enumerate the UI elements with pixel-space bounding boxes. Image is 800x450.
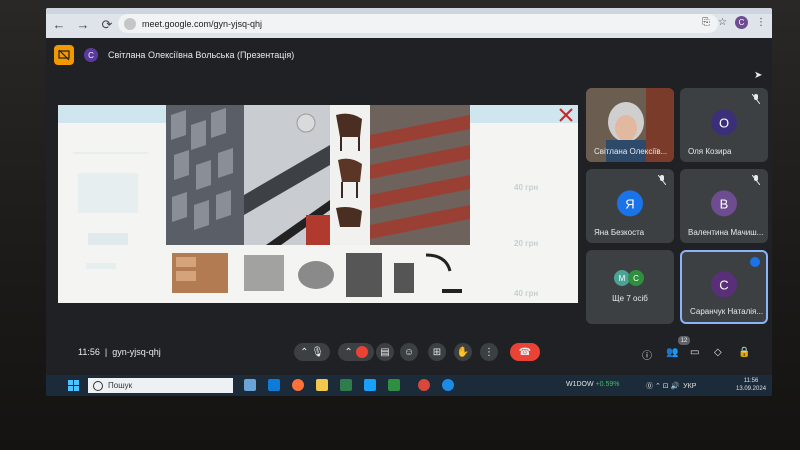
participant-tile[interactable]: Я Яна Безкоста bbox=[586, 169, 674, 243]
screen: ← → ⟳ meet.google.com/gyn-yjsq-qhj ⎘ ☆ C… bbox=[46, 8, 772, 396]
participant-avatar: Я bbox=[617, 190, 643, 217]
camera-off-icon bbox=[355, 346, 368, 358]
present-screen-icon: ⊞ bbox=[432, 346, 442, 358]
translate-icon[interactable]: ⎘ bbox=[702, 17, 710, 28]
hand-icon: ✋ bbox=[456, 346, 470, 358]
captions-icon: ▤ bbox=[380, 346, 390, 358]
taskbar-clock[interactable]: 11:56 13.09.2024 bbox=[736, 377, 766, 393]
faded-diagram-icon bbox=[73, 152, 148, 269]
participant-avatar: C bbox=[628, 270, 644, 286]
laptop-bezel: ← → ⟳ meet.google.com/gyn-yjsq-qhj ⎘ ☆ C… bbox=[0, 0, 800, 450]
mouse-cursor-icon: ➤ bbox=[754, 70, 763, 81]
store-icon[interactable] bbox=[340, 379, 352, 391]
slide-left-column bbox=[58, 123, 166, 303]
address-bar[interactable]: meet.google.com/gyn-yjsq-qhj bbox=[118, 14, 718, 33]
meeting-info-icon[interactable]: ⓘ bbox=[642, 347, 652, 362]
slide-right-column: 40 грн 20 грн 40 грн bbox=[470, 123, 578, 303]
browser-toolbar: ← → ⟳ meet.google.com/gyn-yjsq-qhj ⎘ ☆ C… bbox=[46, 8, 772, 38]
more-participants-tile[interactable]: M C Ще 7 осіб bbox=[586, 250, 674, 324]
speaking-indicator-icon bbox=[750, 257, 760, 267]
language-indicator[interactable]: УКР bbox=[683, 383, 696, 390]
meeting-clock: 11:56 | gyn-yjsq-qhj bbox=[78, 347, 161, 357]
edge-icon[interactable] bbox=[268, 379, 280, 391]
system-tray-icons[interactable]: ⓪ ⌃ ⊡ 🔊 bbox=[646, 383, 679, 390]
search-icon bbox=[93, 380, 103, 391]
task-view-icon[interactable] bbox=[244, 379, 256, 391]
browser-actions: ⎘ ☆ C ⋮ bbox=[702, 16, 766, 29]
reload-icon[interactable]: ⟳ bbox=[100, 17, 114, 33]
file-explorer-icon[interactable] bbox=[316, 379, 328, 391]
mic-off-icon bbox=[658, 175, 666, 185]
presenter-avatar: С bbox=[84, 48, 98, 62]
bookmark-star-icon[interactable]: ☆ bbox=[718, 17, 727, 28]
url-text: meet.google.com/gyn-yjsq-qhj bbox=[142, 18, 263, 29]
participant-avatar: O bbox=[711, 109, 737, 136]
close-icon[interactable] bbox=[558, 107, 574, 123]
moodboard-collage bbox=[166, 105, 470, 303]
presentation-header: С Світлана Олексіївна Вольська (Презента… bbox=[54, 45, 294, 65]
participant-avatar: B bbox=[711, 190, 737, 217]
mic-off-icon bbox=[752, 94, 760, 104]
taskbar-search[interactable]: Пошук bbox=[88, 378, 233, 393]
stock-widget[interactable]: W1DOW +0.59% bbox=[566, 381, 620, 388]
play-icon[interactable] bbox=[364, 379, 376, 391]
host-controls-icon[interactable]: 🔒 bbox=[738, 347, 750, 358]
chrome-icon[interactable] bbox=[418, 379, 430, 391]
site-info-icon[interactable] bbox=[124, 17, 136, 30]
nav-buttons: ← → ⟳ bbox=[52, 17, 114, 33]
price-1: 40 грн bbox=[514, 183, 539, 192]
price-3: 40 грн bbox=[514, 289, 539, 298]
windows-start-icon[interactable] bbox=[68, 380, 79, 391]
price-2: 20 грн bbox=[514, 239, 539, 248]
chevron-up-icon[interactable]: ⌃ bbox=[344, 347, 352, 358]
present-button[interactable]: ⊞ bbox=[428, 343, 446, 361]
presentation-icon[interactable] bbox=[54, 45, 74, 65]
system-tray: ⓪ ⌃ ⊡ 🔊 УКР bbox=[646, 381, 696, 391]
more-participants-label: Ще 7 осіб bbox=[612, 294, 648, 303]
participant-tile[interactable]: O Оля Козира bbox=[680, 88, 768, 162]
back-icon[interactable]: ← bbox=[52, 17, 66, 33]
emoji-icon: ☺ bbox=[403, 346, 415, 358]
mic-button[interactable]: ⌃ 🎙 bbox=[294, 343, 330, 361]
excel-icon[interactable] bbox=[388, 379, 400, 391]
participant-name: Яна Безкоста bbox=[594, 228, 645, 237]
participant-count-badge: 12 bbox=[678, 336, 690, 345]
participant-name: Валентина Мачиш... bbox=[688, 228, 764, 237]
raise-hand-button[interactable]: ✋ bbox=[454, 343, 472, 361]
participant-name: Оля Козира bbox=[688, 147, 732, 156]
shared-slide: 40 грн 20 грн 40 грн bbox=[58, 105, 578, 303]
end-call-button[interactable]: ☎ bbox=[510, 343, 540, 361]
camera-button[interactable]: ⌃ bbox=[338, 343, 374, 361]
participant-avatar: C bbox=[711, 271, 737, 298]
profile-avatar[interactable]: C bbox=[735, 16, 748, 29]
forward-icon[interactable]: → bbox=[76, 17, 90, 33]
windows-taskbar: Пошук W1DOW +0.59% ⓪ ⌃ ⊡ 🔊 УКР 11:56 13.… bbox=[46, 375, 772, 396]
participant-tile[interactable]: B Валентина Мачиш... bbox=[680, 169, 768, 243]
presenter-label: Світлана Олексіївна Вольська (Презентаці… bbox=[108, 50, 295, 60]
activities-icon[interactable]: ◇ bbox=[714, 347, 722, 358]
participant-name: Світлана Олексіїв... bbox=[594, 147, 668, 156]
mic-icon: 🎙 bbox=[311, 346, 324, 358]
firefox-icon[interactable] bbox=[292, 379, 304, 391]
phone-hangup-icon: ☎ bbox=[518, 346, 532, 358]
menu-icon[interactable]: ⋮ bbox=[756, 17, 766, 28]
reactions-button[interactable]: ☺ bbox=[400, 343, 418, 361]
chat-icon[interactable]: ▭ bbox=[690, 347, 699, 358]
moodboard-image bbox=[166, 105, 470, 303]
more-options-button[interactable]: ⋮ bbox=[480, 343, 498, 361]
participant-tile-active[interactable]: C Саранчук Наталія... bbox=[680, 250, 768, 324]
chevron-up-icon[interactable]: ⌃ bbox=[300, 347, 308, 358]
mic-off-icon bbox=[752, 175, 760, 185]
more-vert-icon: ⋮ bbox=[484, 346, 494, 358]
people-icon[interactable]: 👥 bbox=[666, 347, 678, 358]
edge-browser-icon[interactable] bbox=[442, 379, 454, 391]
participant-tile[interactable]: Світлана Олексіїв... bbox=[586, 88, 674, 162]
captions-button[interactable]: ▤ bbox=[376, 343, 394, 361]
participant-name: Саранчук Наталія... bbox=[690, 307, 764, 316]
